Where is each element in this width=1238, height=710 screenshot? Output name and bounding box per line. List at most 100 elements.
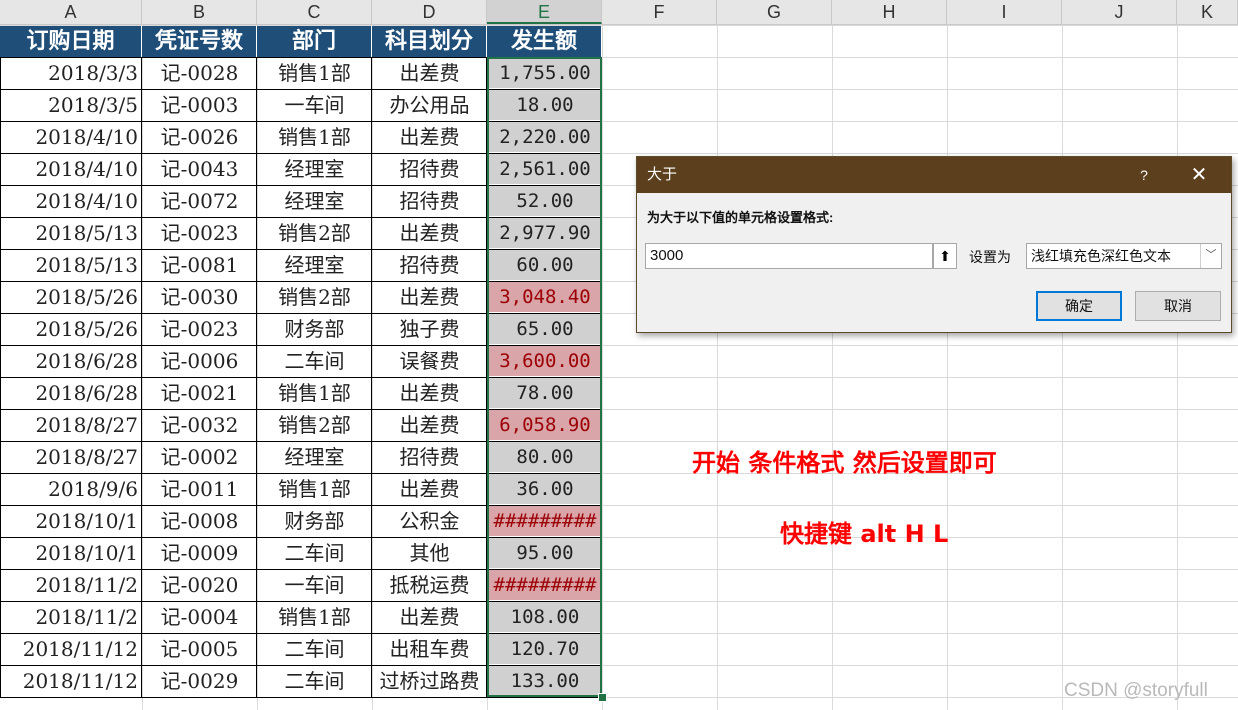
chevron-down-icon[interactable]: ﹀ — [1200, 244, 1221, 268]
amount-cell[interactable]: 120.70 — [489, 634, 601, 664]
table-cell[interactable]: 记-0004 — [142, 602, 257, 633]
table-cell[interactable]: 经理室 — [257, 442, 372, 473]
table-cell[interactable]: 出差费 — [372, 58, 487, 89]
table-cell[interactable]: 销售1部 — [257, 122, 372, 153]
table-cell[interactable]: 一车间 — [257, 90, 372, 121]
amount-cell[interactable]: 3,048.40 — [489, 282, 601, 312]
column-header-c[interactable]: C — [257, 0, 372, 24]
table-cell[interactable]: 误餐费 — [372, 346, 487, 377]
table-cell[interactable]: 2018/4/10 — [0, 154, 142, 185]
table-cell[interactable]: 二车间 — [257, 666, 372, 697]
table-cell[interactable]: 出差费 — [372, 282, 487, 313]
table-cell[interactable]: 经理室 — [257, 154, 372, 185]
table-cell[interactable]: 其他 — [372, 538, 487, 569]
amount-cell[interactable]: 95.00 — [489, 538, 601, 568]
table-cell[interactable]: 记-0020 — [142, 570, 257, 601]
amount-cell[interactable]: 65.00 — [489, 314, 601, 344]
table-cell[interactable]: 销售2部 — [257, 218, 372, 249]
table-cell[interactable]: 出租车费 — [372, 634, 487, 665]
column-header-e[interactable]: E — [487, 0, 602, 24]
column-header-g[interactable]: G — [717, 0, 832, 24]
table-cell[interactable]: 财务部 — [257, 506, 372, 537]
table-cell[interactable]: 2018/11/2 — [0, 570, 142, 601]
table-cell[interactable]: 2018/6/28 — [0, 378, 142, 409]
column-header-k[interactable]: K — [1177, 0, 1238, 24]
table-cell[interactable]: 2018/11/2 — [0, 602, 142, 633]
table-header-cell[interactable]: 发生额 — [487, 26, 602, 57]
table-cell[interactable]: 记-0043 — [142, 154, 257, 185]
amount-cell[interactable]: 2,977.90 — [489, 218, 601, 248]
table-cell[interactable]: 记-0009 — [142, 538, 257, 569]
table-cell[interactable]: 记-0008 — [142, 506, 257, 537]
table-cell[interactable]: 办公用品 — [372, 90, 487, 121]
amount-cell[interactable]: 18.00 — [489, 90, 601, 120]
table-cell[interactable]: 2018/10/1 — [0, 538, 142, 569]
table-cell[interactable]: 2018/3/3 — [0, 58, 142, 89]
amount-cell[interactable]: 133.00 — [489, 666, 601, 696]
amount-cell[interactable]: ######### — [489, 506, 601, 536]
amount-cell[interactable]: 78.00 — [489, 378, 601, 408]
column-header-j[interactable]: J — [1062, 0, 1177, 24]
table-cell[interactable]: 记-0023 — [142, 218, 257, 249]
table-cell[interactable]: 出差费 — [372, 378, 487, 409]
column-header-i[interactable]: I — [947, 0, 1062, 24]
format-select[interactable]: 浅红填充色深红色文本 ﹀ — [1026, 243, 1222, 269]
close-icon[interactable]: ✕ — [1181, 157, 1217, 193]
table-cell[interactable]: 2018/5/13 — [0, 218, 142, 249]
table-cell[interactable]: 2018/5/26 — [0, 314, 142, 345]
table-cell[interactable]: 二车间 — [257, 538, 372, 569]
table-cell[interactable]: 记-0032 — [142, 410, 257, 441]
amount-cell[interactable]: 2,220.00 — [489, 122, 601, 152]
column-header-a[interactable]: A — [0, 0, 142, 24]
help-icon[interactable]: ? — [1129, 157, 1159, 193]
table-cell[interactable]: 记-0006 — [142, 346, 257, 377]
table-cell[interactable]: 出差费 — [372, 410, 487, 441]
table-cell[interactable]: 销售1部 — [257, 602, 372, 633]
amount-cell[interactable]: 3,600.00 — [489, 346, 601, 376]
table-cell[interactable]: 记-0003 — [142, 90, 257, 121]
amount-cell[interactable]: 60.00 — [489, 250, 601, 280]
table-cell[interactable]: 出差费 — [372, 474, 487, 505]
table-cell[interactable]: 出差费 — [372, 218, 487, 249]
table-cell[interactable]: 财务部 — [257, 314, 372, 345]
table-cell[interactable]: 记-0028 — [142, 58, 257, 89]
table-cell[interactable]: 经理室 — [257, 250, 372, 281]
table-cell[interactable]: 出差费 — [372, 122, 487, 153]
table-header-cell[interactable]: 科目划分 — [372, 26, 487, 57]
amount-cell[interactable]: 1,755.00 — [489, 58, 601, 88]
cancel-button[interactable]: 取消 — [1135, 291, 1221, 321]
table-cell[interactable]: 记-0030 — [142, 282, 257, 313]
collapse-dialog-icon[interactable]: ⬆ — [933, 243, 957, 269]
table-cell[interactable]: 记-0081 — [142, 250, 257, 281]
table-cell[interactable]: 记-0021 — [142, 378, 257, 409]
amount-cell[interactable]: 36.00 — [489, 474, 601, 504]
table-cell[interactable]: 2018/11/12 — [0, 634, 142, 665]
table-cell[interactable]: 招待费 — [372, 250, 487, 281]
table-cell[interactable]: 公积金 — [372, 506, 487, 537]
amount-cell[interactable]: 52.00 — [489, 186, 601, 216]
table-cell[interactable]: 记-0026 — [142, 122, 257, 153]
column-header-d[interactable]: D — [372, 0, 487, 24]
table-cell[interactable]: 2018/9/6 — [0, 474, 142, 505]
table-cell[interactable]: 招待费 — [372, 186, 487, 217]
table-cell[interactable]: 2018/4/10 — [0, 122, 142, 153]
table-header-cell[interactable]: 部门 — [257, 26, 372, 57]
table-cell[interactable]: 2018/4/10 — [0, 186, 142, 217]
column-header-f[interactable]: F — [602, 0, 717, 24]
table-cell[interactable]: 二车间 — [257, 634, 372, 665]
table-cell[interactable]: 2018/3/5 — [0, 90, 142, 121]
dialog-titlebar[interactable]: 大于 ? ✕ — [637, 157, 1231, 193]
table-cell[interactable]: 记-0005 — [142, 634, 257, 665]
table-cell[interactable]: 记-0072 — [142, 186, 257, 217]
table-cell[interactable]: 销售2部 — [257, 282, 372, 313]
column-header-b[interactable]: B — [142, 0, 257, 24]
table-cell[interactable]: 出差费 — [372, 602, 487, 633]
table-cell[interactable]: 招待费 — [372, 442, 487, 473]
table-cell[interactable]: 2018/11/12 — [0, 666, 142, 697]
ok-button[interactable]: 确定 — [1036, 291, 1122, 321]
table-cell[interactable]: 二车间 — [257, 346, 372, 377]
fill-handle[interactable] — [598, 693, 607, 702]
table-cell[interactable]: 2018/8/27 — [0, 442, 142, 473]
amount-cell[interactable]: ######### — [489, 570, 601, 600]
table-cell[interactable]: 记-0011 — [142, 474, 257, 505]
